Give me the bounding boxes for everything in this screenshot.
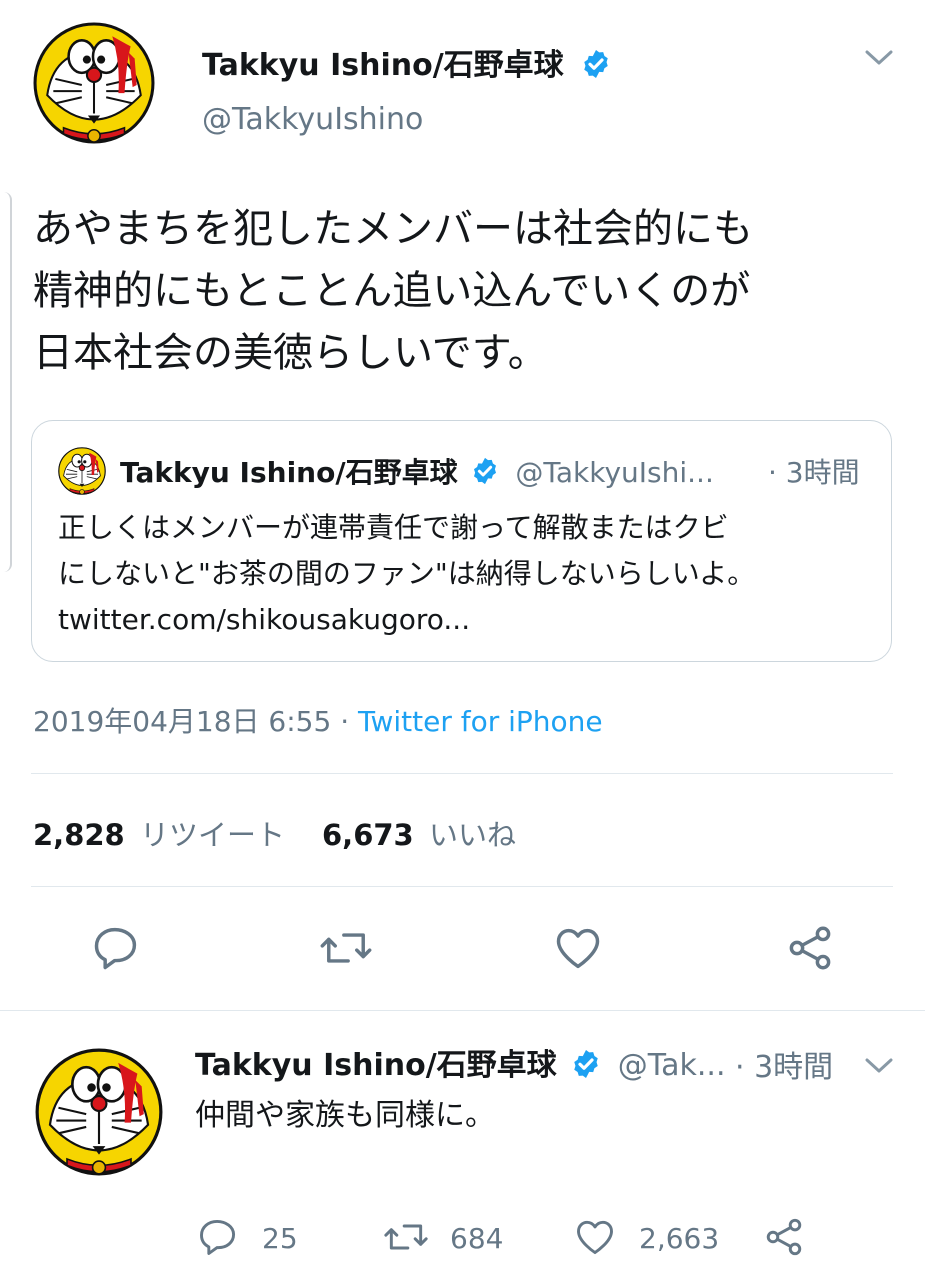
quoted-tweet-card[interactable]: Takkyu Ishino/石野卓球 @TakkyuIshi... · 3時間 … xyxy=(31,420,892,662)
tweet-text-line: 精神的にもとことん追い込んでいくのが xyxy=(33,268,751,314)
reply-header: Takkyu Ishino/石野卓球 @Tak... xyxy=(195,1040,726,1084)
like-stat[interactable]: 6,673 いいね xyxy=(322,812,516,854)
retweet-count: 2,828 xyxy=(33,818,125,852)
share-icon[interactable] xyxy=(784,922,836,978)
reply-count: 25 xyxy=(262,1222,298,1255)
retweet-icon[interactable] xyxy=(318,922,374,978)
heart-icon[interactable] xyxy=(573,1215,617,1263)
reply-icon[interactable] xyxy=(90,922,142,978)
quoted-text-line: にしないと"お茶の間のファン"は納得しないらしいよ。 xyxy=(58,557,756,590)
tweet-meta: 2019年04月18日 6:55 · Twitter for iPhone xyxy=(33,700,603,740)
divider xyxy=(31,886,893,887)
tweet-text-line: あやまちを犯したメンバーは社会的にも xyxy=(33,206,753,252)
share-icon[interactable] xyxy=(762,1215,806,1263)
reply-time: · 3時間 xyxy=(735,1050,834,1085)
reply-avatar[interactable] xyxy=(35,1048,163,1176)
verified-badge-icon xyxy=(570,1048,602,1080)
chevron-down-icon[interactable] xyxy=(862,42,896,76)
quoted-author-name: Takkyu Ishino/石野卓球 xyxy=(120,456,458,489)
quoted-avatar xyxy=(58,447,106,495)
reply-icon[interactable] xyxy=(196,1215,240,1263)
author-name-text: Takkyu Ishino/石野卓球 xyxy=(202,48,564,83)
like-count: 6,673 xyxy=(322,818,414,852)
tweet-text: あやまちを犯したメンバーは社会的にも 精神的にもとことん追い込んでいくのが 日本… xyxy=(33,198,913,384)
quoted-time: · 3時間 xyxy=(768,456,860,489)
chevron-down-icon[interactable] xyxy=(862,1050,896,1084)
quoted-author-handle: @TakkyuIshi... xyxy=(515,456,714,489)
quoted-link[interactable]: twitter.com/shikousakugoro... xyxy=(58,597,878,643)
reply-like-count: 2,663 xyxy=(639,1222,720,1255)
reply-author-name[interactable]: Takkyu Ishino/石野卓球 xyxy=(195,1048,557,1083)
verified-badge-icon xyxy=(580,48,612,80)
reply-text: 仲間や家族も同様に。 xyxy=(195,1098,495,1133)
timestamp: 2019年04月18日 6:55 · xyxy=(33,705,358,738)
retweet-icon[interactable] xyxy=(382,1215,430,1263)
retweet-stat[interactable]: 2,828 リツイート xyxy=(33,812,285,854)
source-link[interactable]: Twitter for iPhone xyxy=(358,705,603,738)
verified-badge-icon xyxy=(470,456,500,486)
avatar[interactable] xyxy=(33,22,155,144)
reply-author-handle[interactable]: @Tak... xyxy=(618,1048,726,1083)
reply-retweet-count: 684 xyxy=(450,1222,504,1255)
divider xyxy=(31,773,893,774)
quoted-text: 正しくはメンバーが連帯責任で謝って解散またはクビ にしないと"お茶の間のファン"… xyxy=(58,505,878,643)
quoted-text-line: 正しくはメンバーが連帯責任で謝って解散またはクビ xyxy=(58,511,729,544)
tweet-text-line: 日本社会の美徳らしいです。 xyxy=(33,330,548,376)
heart-icon[interactable] xyxy=(552,922,604,978)
author-handle[interactable]: @TakkyuIshino xyxy=(202,102,423,137)
like-label: いいね xyxy=(428,818,516,852)
drag-handle xyxy=(0,192,12,572)
quoted-header: Takkyu Ishino/石野卓球 @TakkyuIshi... xyxy=(120,451,714,491)
author-name[interactable]: Takkyu Ishino/石野卓球 xyxy=(202,40,612,84)
divider xyxy=(0,1010,925,1011)
retweet-label: リツイート xyxy=(139,818,285,852)
